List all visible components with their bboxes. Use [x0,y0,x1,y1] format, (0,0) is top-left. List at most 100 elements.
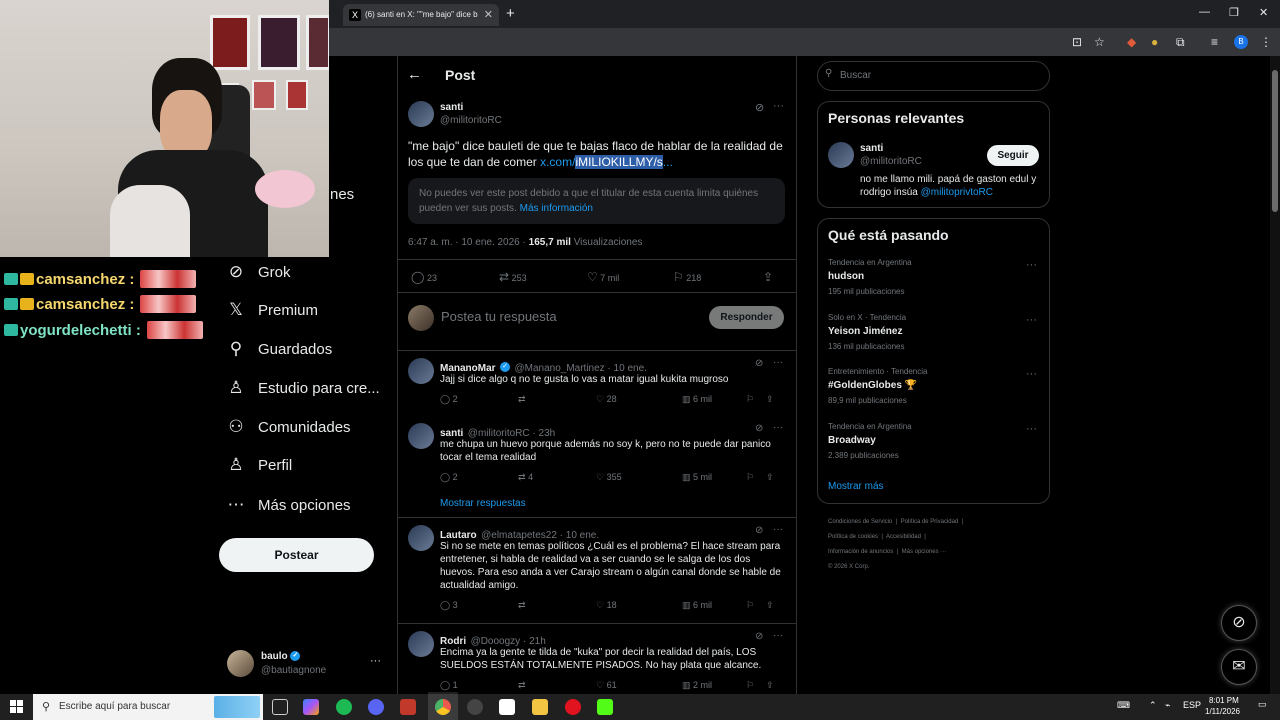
bookmark-action[interactable]: ⚐ 218 [673,270,763,284]
trend-name[interactable]: Yeison Jiménez [828,326,902,337]
grok-icon[interactable]: ⊘ [755,101,764,114]
avatar[interactable] [408,358,434,384]
language-indicator[interactable]: ESP [1183,700,1201,710]
reply-action[interactable]: ◯ 3 [440,600,518,611]
author-handle[interactable]: @militoritoRC [440,115,502,126]
media-controls-icon[interactable]: ≡ [1211,35,1218,49]
close-window-button[interactable]: ✕ [1259,6,1268,19]
privacy-link[interactable]: Política de Privacidad [901,519,959,525]
trend-more-icon[interactable]: ··· [1026,368,1037,380]
reply-button[interactable]: Responder [709,306,784,329]
terms-link[interactable]: Condiciones de Servicio [828,519,892,525]
show-more-trends[interactable]: Mostrar más [828,481,884,492]
copilot-icon[interactable] [303,699,319,715]
scrollbar-thumb[interactable] [1272,70,1278,212]
tray-chevron-icon[interactable]: ⌃ [1149,700,1157,711]
task-view-icon[interactable] [272,699,288,715]
reply-action[interactable]: ◯ 23 [411,270,499,284]
share-icon[interactable]: ⇪ [766,472,774,483]
tweet-time[interactable]: 6:47 a. m. · 10 ene. 2026 · [408,237,526,248]
nav-item-1[interactable]: 𝕏 Premium [222,292,318,328]
bookmark-icon[interactable]: ⚐ [746,472,766,483]
file-explorer-icon[interactable] [532,699,548,715]
ads-info-link[interactable]: Información de anuncios [828,549,893,555]
tweet-link[interactable]: x.com/iMILIOKILLMY/s... [540,155,673,169]
back-arrow-icon[interactable]: ← [407,66,422,83]
views-action[interactable]: ▥ 6 mil [682,600,746,611]
trend-more-icon[interactable]: ··· [1026,259,1037,271]
messages-fab-icon[interactable]: ✉ [1221,649,1257,685]
more-options-link[interactable]: Más opciones ··· [902,549,947,555]
account-switcher[interactable]: baulo ✓ @bautiagnone ··· [227,650,387,678]
discord-icon[interactable] [368,699,384,715]
more-info-link[interactable]: Más información [520,203,593,214]
like-action[interactable]: ♡ 355 [596,472,682,483]
keyboard-icon[interactable]: ⌨ [1117,700,1130,711]
profile-avatar[interactable]: B [1234,35,1248,49]
reply-action[interactable]: ◯ 2 [440,472,518,483]
like-action[interactable]: ♡ 61 [596,680,682,691]
bookmark-icon[interactable]: ⚐ [746,680,766,691]
extensions-puzzle-icon[interactable]: ⧉ [1176,35,1185,50]
views-action[interactable]: ▥ 5 mil [682,472,746,483]
reply-action[interactable]: ◯ 1 [440,680,518,691]
clock-time[interactable]: 8:01 PM [1209,696,1239,705]
follow-button[interactable]: Seguir [987,145,1039,166]
nav-item-5[interactable]: ♙ Perfil [222,447,292,483]
capcut-icon[interactable] [499,699,515,715]
extension-icon[interactable]: ◆ [1127,35,1136,49]
browser-tab[interactable]: X (6) santi en X: ""me bajo" dice b ✕ [343,4,499,26]
nav-item-4[interactable]: ⚇ Comunidades [222,409,350,445]
extension-color-icon[interactable]: ● [1151,35,1158,49]
avatar[interactable] [408,101,434,127]
reply-action[interactable]: ◯ 2 [440,394,518,405]
account-more-icon[interactable]: ··· [370,655,381,667]
views-action[interactable]: ▥ 6 mil [682,394,746,405]
search-input[interactable]: Buscar [817,61,1050,91]
nav-item-2[interactable]: ⚲ Guardados [222,331,332,367]
nav-item-6[interactable]: ⋯ Más opciones [222,487,351,523]
nav-item-0[interactable]: ⊘ Grok [222,254,291,290]
share-icon[interactable]: ⇪ [766,680,774,691]
more-icon[interactable]: ··· [773,524,783,535]
trend-more-icon[interactable]: ··· [1026,314,1037,326]
like-action[interactable]: ♡ 18 [596,600,682,611]
show-replies-link[interactable]: Mostrar respuestas [440,498,526,509]
repost-action[interactable]: ⇄ [518,600,596,611]
spotify-icon[interactable] [336,699,352,715]
bookmark-icon[interactable]: ⚐ [746,600,766,611]
repost-action[interactable]: ⇄ 4 [518,472,596,483]
bio-link[interactable]: @militoprivtoRC [921,187,993,198]
bookmark-star-icon[interactable]: ☆ [1094,35,1105,49]
new-tab-button[interactable]: + [506,5,515,22]
avatar[interactable] [408,525,434,551]
app-icon[interactable] [400,699,416,715]
browser-menu-icon[interactable]: ⋮ [1260,35,1272,49]
grok-icon[interactable]: ⊘ [755,631,763,642]
repost-action[interactable]: ⇄ [518,394,596,405]
repost-action[interactable]: ⇄ 253 [499,270,587,284]
accessibility-link[interactable]: Accesibilidad [886,534,921,540]
kick-icon[interactable] [597,699,613,715]
relevant-name[interactable]: santi [860,143,883,154]
views-action[interactable]: ▥ 2 mil [682,680,746,691]
cookies-link[interactable]: Política de cookies [828,534,878,540]
bookmark-icon[interactable]: ⚐ [746,394,766,405]
author-name[interactable]: santi [440,102,463,113]
avatar[interactable] [828,142,854,168]
post-button[interactable]: Postear [219,538,374,572]
nav-item-3[interactable]: ♙ Estudio para cre... [222,370,379,406]
opera-icon[interactable] [565,699,581,715]
trend-more-icon[interactable]: ··· [1026,423,1037,435]
share-icon[interactable]: ⇪ [766,394,774,405]
more-icon[interactable]: ··· [773,357,783,368]
share-icon[interactable]: ⇪ [763,270,773,284]
trend-name[interactable]: Broadway [828,435,876,446]
trend-name[interactable]: #GoldenGlobes 🏆 [828,380,917,391]
maximize-button[interactable]: ❐ [1229,6,1239,19]
share-icon[interactable]: ⇪ [766,600,774,611]
avatar[interactable] [408,423,434,449]
minimize-button[interactable]: — [1199,6,1210,18]
grok-fab-icon[interactable]: ⊘ [1221,605,1257,641]
more-icon[interactable]: ··· [773,422,783,433]
